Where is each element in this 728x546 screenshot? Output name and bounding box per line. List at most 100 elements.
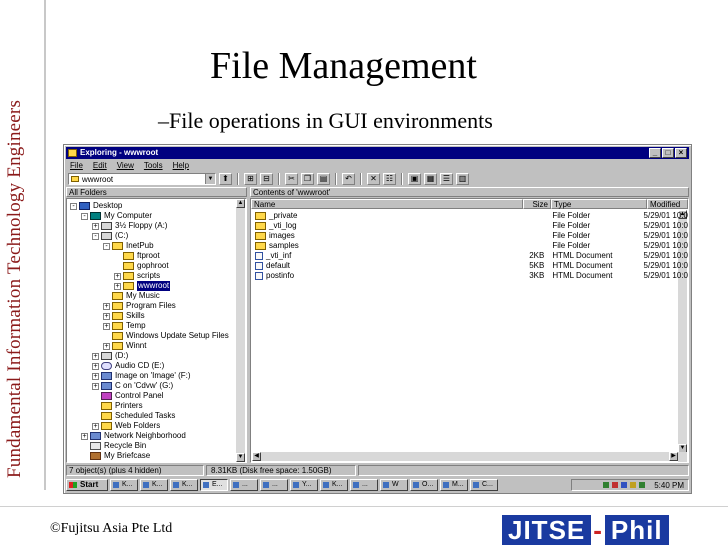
tree-item[interactable]: ftproot: [114, 251, 160, 261]
speaker-icon[interactable]: [603, 482, 610, 488]
tree-item[interactable]: - My Computer: [81, 211, 152, 221]
map-drive-icon[interactable]: ⊞: [244, 173, 257, 185]
menu-tools[interactable]: Tools: [144, 160, 163, 171]
expand-toggle[interactable]: +: [114, 272, 121, 280]
column-name[interactable]: Name: [251, 199, 523, 209]
tree-item[interactable]: Printers: [92, 401, 143, 411]
tree-item[interactable]: + (D:): [92, 351, 128, 361]
file-row[interactable]: samples File Folder 5/29/01 10:0: [251, 241, 688, 251]
tree-item[interactable]: + C on 'Cdvw' (G:): [92, 381, 173, 391]
scroll-up-arrow[interactable]: ▲: [236, 199, 245, 208]
expand-toggle[interactable]: +: [103, 312, 110, 320]
expand-toggle[interactable]: +: [92, 422, 99, 430]
taskbar-button[interactable]: K...: [170, 479, 198, 491]
expand-toggle[interactable]: +: [92, 352, 99, 360]
disconnect-icon[interactable]: ⊟: [260, 173, 273, 185]
taskbar-button[interactable]: W: [380, 479, 408, 491]
taskbar-button[interactable]: K...: [110, 479, 138, 491]
tree-item[interactable]: - (C:): [92, 231, 128, 241]
tree-item[interactable]: + Winnt: [103, 341, 146, 351]
file-row[interactable]: default 5KB HTML Document 5/29/01 10:0: [251, 261, 688, 271]
scheduler-icon[interactable]: [630, 482, 637, 488]
tree-item[interactable]: + Web Folders: [92, 421, 160, 431]
taskbar-button[interactable]: ...: [230, 479, 258, 491]
column-type[interactable]: Type: [551, 199, 647, 209]
scroll-left-arrow[interactable]: ◀: [252, 452, 261, 461]
list-horizontal-scrollbar[interactable]: ◀ ▶: [252, 452, 687, 461]
taskbar-button[interactable]: K...: [140, 479, 168, 491]
tree-item[interactable]: + wwwroot: [114, 281, 171, 291]
collapse-toggle[interactable]: -: [81, 212, 88, 220]
tree-item[interactable]: Windows Update Setup Files: [103, 331, 229, 341]
taskbar-button[interactable]: ...: [260, 479, 288, 491]
file-row[interactable]: _private File Folder 5/29/01 10:0: [251, 211, 688, 221]
tree-item[interactable]: My Music: [103, 291, 160, 301]
tree-item[interactable]: +3½ Floppy (A:): [92, 221, 167, 231]
folder-tree[interactable]: ▲ ▼ - Desktop - My Computer +3½ Floppy (A:) -…: [66, 198, 247, 463]
tree-item[interactable]: - InetPub: [103, 241, 154, 251]
scroll-down-arrow[interactable]: ▼: [236, 453, 245, 462]
collapse-toggle[interactable]: -: [103, 242, 110, 250]
chevron-down-icon[interactable]: ▼: [205, 174, 215, 184]
expand-toggle[interactable]: +: [114, 282, 121, 290]
tree-item[interactable]: + Temp: [103, 321, 146, 331]
tree-item[interactable]: gophroot: [114, 261, 169, 271]
tree-vertical-scrollbar[interactable]: ▲ ▼: [236, 199, 245, 462]
collapse-toggle[interactable]: -: [92, 232, 99, 240]
taskbar-button[interactable]: Y...: [290, 479, 318, 491]
network-icon[interactable]: [621, 482, 628, 488]
tree-item[interactable]: My Briefcase: [81, 451, 150, 461]
tree-item[interactable]: Control Panel: [92, 391, 163, 401]
window-titlebar[interactable]: Exploring - wwwroot _ □ ×: [66, 147, 689, 159]
up-folder-icon[interactable]: ⬆: [219, 173, 232, 185]
menu-file[interactable]: File: [70, 160, 83, 171]
column-modified[interactable]: Modified: [647, 199, 688, 209]
list-icon[interactable]: ☰: [440, 173, 453, 185]
scroll-right-arrow[interactable]: ▶: [669, 452, 678, 461]
acrobat-icon[interactable]: [612, 482, 619, 488]
collapse-toggle[interactable]: -: [70, 202, 77, 210]
paste-icon[interactable]: ▤: [317, 173, 330, 185]
copy-icon[interactable]: ❐: [301, 173, 314, 185]
minimize-button[interactable]: _: [649, 148, 661, 158]
tree-item[interactable]: - Desktop: [70, 201, 122, 211]
cut-icon[interactable]: ✂: [285, 173, 298, 185]
small-icons-icon[interactable]: ▦: [424, 173, 437, 185]
tree-item[interactable]: + scripts: [114, 271, 160, 281]
expand-toggle[interactable]: +: [81, 432, 88, 440]
tree-item[interactable]: Scheduled Tasks: [92, 411, 175, 421]
properties-icon[interactable]: ☷: [383, 173, 396, 185]
expand-toggle[interactable]: +: [92, 382, 99, 390]
expand-toggle[interactable]: +: [92, 372, 99, 380]
menu-help[interactable]: Help: [173, 160, 189, 171]
start-button[interactable]: Start: [66, 479, 108, 491]
taskbar-button[interactable]: E...: [200, 479, 228, 491]
tree-item[interactable]: Recycle Bin: [81, 441, 146, 451]
tree-item[interactable]: + Network Neighborhood: [81, 431, 186, 441]
address-combo[interactable]: wwwroot ▼: [68, 173, 216, 185]
taskbar-button[interactable]: ...: [350, 479, 378, 491]
file-row[interactable]: postinfo 3KB HTML Document 5/29/01 10:0: [251, 271, 688, 281]
expand-toggle[interactable]: +: [92, 362, 99, 370]
file-row[interactable]: images File Folder 5/29/01 10:0: [251, 231, 688, 241]
expand-toggle[interactable]: +: [103, 322, 110, 330]
large-icons-icon[interactable]: ▣: [408, 173, 421, 185]
close-button[interactable]: ×: [675, 148, 687, 158]
details-icon[interactable]: ▥: [456, 173, 469, 185]
antivirus-icon[interactable]: [639, 482, 646, 488]
taskbar-button[interactable]: O...: [410, 479, 438, 491]
delete-icon[interactable]: ✕: [367, 173, 380, 185]
maximize-button[interactable]: □: [662, 148, 674, 158]
tree-item[interactable]: + Audio CD (E:): [92, 361, 164, 371]
expand-toggle[interactable]: +: [103, 342, 110, 350]
column-size[interactable]: Size: [523, 199, 551, 209]
tree-item[interactable]: + Image on 'Image' (F:): [92, 371, 191, 381]
file-row[interactable]: _vti_log File Folder 5/29/01 10:0: [251, 221, 688, 231]
taskbar-button[interactable]: C...: [470, 479, 498, 491]
expand-toggle[interactable]: +: [92, 222, 99, 230]
taskbar-button[interactable]: M...: [440, 479, 468, 491]
file-list[interactable]: Name Size Type Modified ▲ ▼ ◀ ▶ _private…: [250, 198, 689, 463]
tree-item[interactable]: + Program Files: [103, 301, 176, 311]
taskbar-button[interactable]: K...: [320, 479, 348, 491]
expand-toggle[interactable]: +: [103, 302, 110, 310]
